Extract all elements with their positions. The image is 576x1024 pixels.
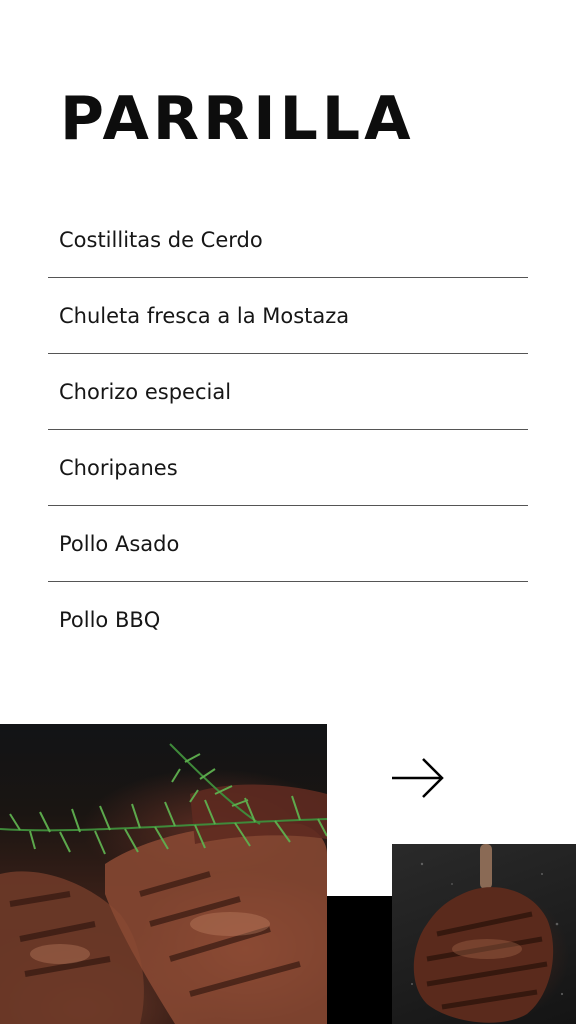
menu-item[interactable]: Pollo BBQ: [48, 582, 528, 658]
arrow-right-icon[interactable]: [390, 756, 446, 800]
menu-item[interactable]: Costillitas de Cerdo: [48, 202, 528, 278]
menu-item[interactable]: Chorizo especial: [48, 354, 528, 430]
menu-item[interactable]: Chuleta fresca a la Mostaza: [48, 278, 528, 354]
menu-list: Costillitas de Cerdo Chuleta fresca a la…: [48, 202, 528, 658]
menu-item[interactable]: Pollo Asado: [48, 506, 528, 582]
accent-block: [327, 896, 392, 1024]
grilled-steak-photo: [0, 724, 327, 1024]
tomahawk-steak-photo: [392, 844, 576, 1024]
page-title: PARRILLA: [60, 84, 415, 154]
menu-item[interactable]: Choripanes: [48, 430, 528, 506]
